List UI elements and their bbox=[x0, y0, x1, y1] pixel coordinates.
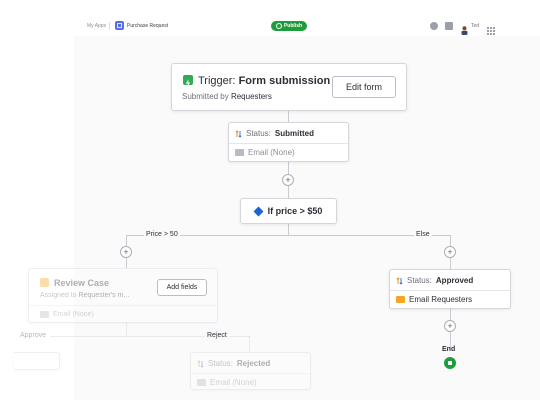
connector bbox=[249, 336, 250, 352]
email-label: Email (None) bbox=[53, 311, 94, 318]
divider bbox=[390, 290, 510, 291]
help-icon[interactable] bbox=[430, 22, 438, 30]
trigger-subtitle: Submitted by Requesters bbox=[182, 92, 272, 101]
left-gutter bbox=[0, 36, 74, 400]
publish-label: Publish bbox=[283, 23, 303, 29]
divider bbox=[29, 305, 217, 306]
status-submitted-card[interactable]: Status: Submitted Email (None) bbox=[228, 122, 349, 162]
email-label: Email (None) bbox=[210, 378, 257, 387]
avatar[interactable] bbox=[461, 22, 468, 35]
review-case-title: Review Case bbox=[54, 278, 110, 288]
add-step-button[interactable]: + bbox=[282, 174, 294, 186]
edit-form-button[interactable]: Edit form bbox=[332, 76, 396, 98]
review-case-icon bbox=[40, 278, 49, 287]
divider bbox=[229, 143, 348, 144]
email-row: Email (None) bbox=[235, 148, 295, 157]
branch-label-approve[interactable]: Approve bbox=[20, 332, 46, 339]
breadcrumb-purchase-request[interactable]: Purchase Request bbox=[127, 23, 168, 29]
apps-grid-icon[interactable] bbox=[487, 22, 495, 35]
add-step-button[interactable]: + bbox=[444, 246, 456, 258]
branch-label-reject[interactable]: Reject bbox=[205, 332, 229, 339]
add-step-button[interactable]: + bbox=[444, 320, 456, 332]
divider bbox=[191, 373, 310, 374]
status-prefix: Status: bbox=[407, 276, 432, 285]
connector bbox=[126, 323, 127, 336]
bolt-icon bbox=[183, 75, 193, 87]
status-value: Approved bbox=[435, 276, 474, 285]
approve-step-card[interactable] bbox=[14, 352, 60, 370]
status-arrows-icon bbox=[235, 129, 242, 138]
trigger-card[interactable]: Trigger: Form submission Submitted by Re… bbox=[171, 63, 407, 111]
mail-icon bbox=[396, 296, 405, 303]
status-arrows-icon bbox=[396, 276, 403, 285]
user-name: Ted bbox=[471, 23, 480, 29]
app-icon bbox=[115, 21, 124, 30]
email-label: Email (None) bbox=[248, 148, 295, 157]
status-prefix: Status: bbox=[246, 129, 271, 138]
add-step-button[interactable]: + bbox=[120, 246, 132, 258]
status-approved-card[interactable]: Status: Approved Email Requesters bbox=[389, 269, 511, 309]
mail-icon bbox=[40, 311, 49, 318]
status-arrows-icon bbox=[197, 359, 204, 368]
status-rejected-card[interactable]: Status: Rejected Email (None) bbox=[190, 352, 311, 390]
condition-label: If price > $50 bbox=[267, 206, 323, 216]
add-fields-button[interactable]: Add fields bbox=[157, 279, 207, 296]
trigger-title: Trigger: Form submission bbox=[198, 75, 331, 87]
email-row: Email (None) bbox=[197, 378, 257, 387]
branch-label-left[interactable]: Price > 50 bbox=[144, 231, 180, 238]
status-value: Rejected bbox=[236, 359, 271, 368]
condition-diamond-icon bbox=[253, 206, 264, 216]
status-row: Status: Rejected bbox=[197, 359, 270, 368]
status-value: Submitted bbox=[274, 129, 315, 138]
breadcrumb-my-apps[interactable]: My Apps bbox=[87, 23, 106, 29]
mail-icon bbox=[197, 379, 206, 386]
publish-button[interactable]: Publish bbox=[271, 21, 307, 31]
status-row: Status: Approved bbox=[396, 276, 473, 285]
end-label: End bbox=[442, 346, 456, 353]
mail-icon bbox=[235, 149, 244, 156]
condition-card[interactable]: If price > $50 bbox=[240, 198, 337, 224]
end-stop-icon[interactable] bbox=[444, 357, 456, 369]
email-row: Email (None) bbox=[40, 311, 94, 318]
email-row: Email Requesters bbox=[396, 295, 472, 304]
branch-label-right[interactable]: Else bbox=[414, 231, 432, 238]
email-label: Email Requesters bbox=[409, 295, 473, 304]
review-case-subtitle: Assigned to Requester's m... bbox=[40, 292, 130, 299]
status-row: Status: Submitted bbox=[235, 129, 314, 138]
chat-icon[interactable] bbox=[445, 22, 453, 30]
status-prefix: Status: bbox=[208, 359, 233, 368]
breadcrumb-divider bbox=[109, 22, 110, 30]
top-bar: My Apps Purchase Request Publish Ted bbox=[0, 0, 540, 36]
publish-icon bbox=[275, 23, 282, 29]
